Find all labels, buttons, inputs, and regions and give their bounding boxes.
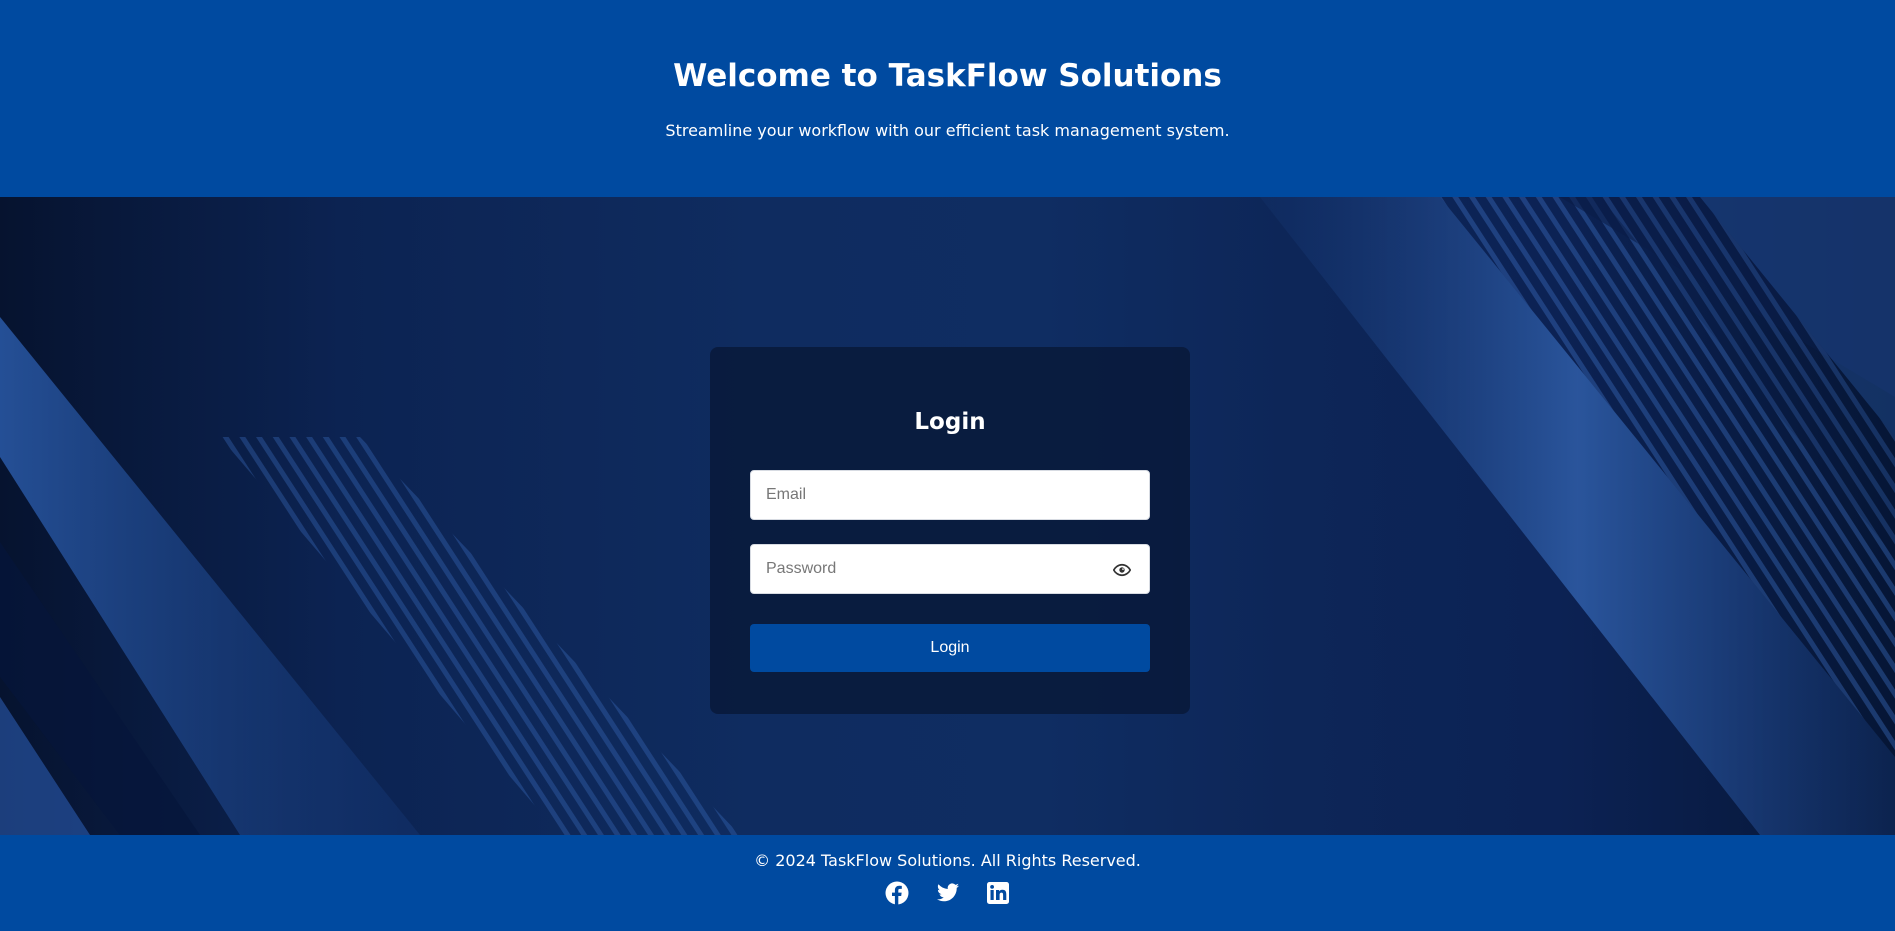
facebook-icon[interactable]: [885, 881, 909, 905]
linkedin-icon[interactable]: [986, 881, 1010, 905]
twitter-icon[interactable]: [936, 881, 960, 905]
social-links: [0, 881, 1895, 905]
site-footer: © 2024 TaskFlow Solutions. All Rights Re…: [0, 835, 1895, 931]
eye-icon[interactable]: [1112, 562, 1132, 578]
page-title: Welcome to TaskFlow Solutions: [673, 58, 1222, 94]
copyright-text: © 2024 TaskFlow Solutions. All Rights Re…: [754, 851, 1141, 870]
password-field[interactable]: [751, 545, 1149, 593]
login-button[interactable]: Login: [750, 624, 1150, 672]
email-field[interactable]: [751, 471, 1149, 519]
password-field-wrapper: [750, 544, 1150, 594]
email-field-wrapper: [750, 470, 1150, 520]
site-header: Welcome to TaskFlow Solutions Streamline…: [0, 0, 1895, 197]
login-card: Login Login: [710, 347, 1190, 714]
hero-section: Login Login: [0, 197, 1895, 835]
page-subtitle: Streamline your workflow with our effici…: [665, 121, 1230, 140]
login-title: Login: [914, 409, 986, 435]
